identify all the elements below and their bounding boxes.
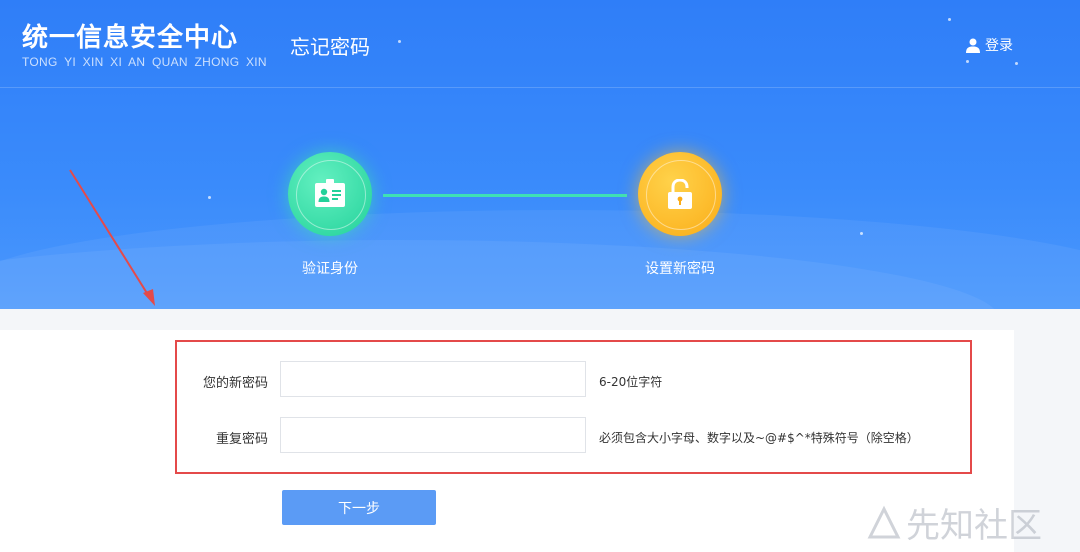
login-label: 登录 [985, 38, 1013, 54]
step-verify-identity [288, 152, 372, 236]
login-link[interactable]: 登录 [966, 35, 1013, 55]
step-set-password [638, 152, 722, 236]
annotation-highlight-box [175, 340, 972, 474]
step-connector [383, 194, 627, 197]
watermark-text: 先知社区 [906, 506, 1042, 546]
next-step-button[interactable]: 下一步 [282, 490, 436, 525]
logo-subtitle: TONG YI XIN XI AN QUAN ZHONG XIN [22, 55, 267, 69]
logo-title: 统一信息安全中心 [22, 23, 239, 53]
watermark-logo-icon [867, 505, 901, 538]
watermark: 先知社区 [866, 498, 1042, 547]
step-label-set-password: 设置新密码 [645, 261, 715, 277]
sparkle-dot [860, 232, 863, 235]
unlock-icon [668, 179, 692, 209]
page-title: 忘记密码 [290, 35, 370, 59]
sparkle-dot [208, 196, 211, 199]
top-bar: 统一信息安全中心 TONG YI XIN XI AN QUAN ZHONG XI… [0, 0, 1080, 88]
user-icon [966, 38, 980, 53]
step-label-verify: 验证身份 [302, 261, 358, 277]
id-card-icon [315, 179, 345, 207]
